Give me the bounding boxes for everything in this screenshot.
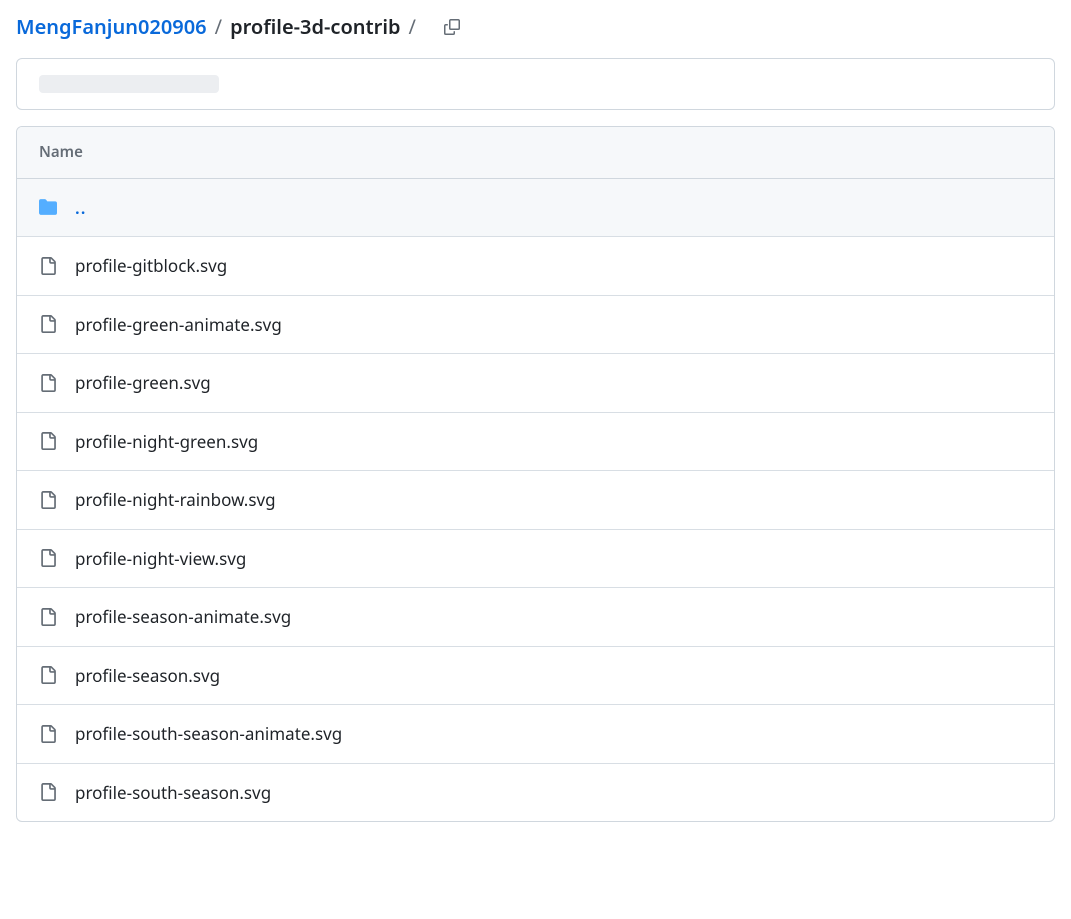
file-row[interactable]: profile-green.svg [17,354,1054,413]
copy-icon [444,19,460,35]
parent-directory-link: .. [75,195,86,221]
breadcrumb-trailing-separator: / [409,12,416,42]
file-icon [39,666,57,684]
file-row[interactable]: profile-green-animate.svg [17,296,1054,355]
file-name: profile-night-view.svg [75,546,246,572]
file-icon [39,783,57,801]
file-row[interactable]: profile-night-view.svg [17,530,1054,589]
file-row[interactable]: profile-south-season-animate.svg [17,705,1054,764]
breadcrumb: MengFanjun020906 / profile-3d-contrib / [16,0,1055,58]
breadcrumb-repo-name: profile-3d-contrib [230,12,400,42]
file-name: profile-gitblock.svg [75,253,227,279]
file-name: profile-south-season.svg [75,780,271,806]
parent-directory-row[interactable]: .. [17,179,1054,238]
name-column-header: Name [39,142,83,162]
file-name: profile-south-season-animate.svg [75,721,342,747]
file-icon [39,374,57,392]
file-row[interactable]: profile-season-animate.svg [17,588,1054,647]
file-icon [39,725,57,743]
file-name: profile-season-animate.svg [75,604,291,630]
loading-skeleton [39,75,219,93]
file-list: Name .. profile-gitblock.svg profile-gree… [16,126,1055,822]
file-row[interactable]: profile-night-rainbow.svg [17,471,1054,530]
folder-icon [39,198,57,216]
file-list-header: Name [17,127,1054,179]
file-icon [39,257,57,275]
file-row[interactable]: profile-south-season.svg [17,764,1054,822]
file-row[interactable]: profile-night-green.svg [17,413,1054,472]
breadcrumb-owner-link[interactable]: MengFanjun020906 [16,12,207,42]
file-name: profile-season.svg [75,663,220,689]
breadcrumb-separator: / [215,12,222,42]
file-icon [39,549,57,567]
file-name: profile-night-green.svg [75,429,258,455]
file-row[interactable]: profile-gitblock.svg [17,237,1054,296]
file-icon [39,491,57,509]
file-row[interactable]: profile-season.svg [17,647,1054,706]
file-name: profile-night-rainbow.svg [75,487,276,513]
file-icon [39,432,57,450]
copy-path-button[interactable] [438,13,466,41]
file-icon [39,315,57,333]
branch-info-box [16,58,1055,110]
file-icon [39,608,57,626]
file-name: profile-green.svg [75,370,211,396]
file-name: profile-green-animate.svg [75,312,282,338]
